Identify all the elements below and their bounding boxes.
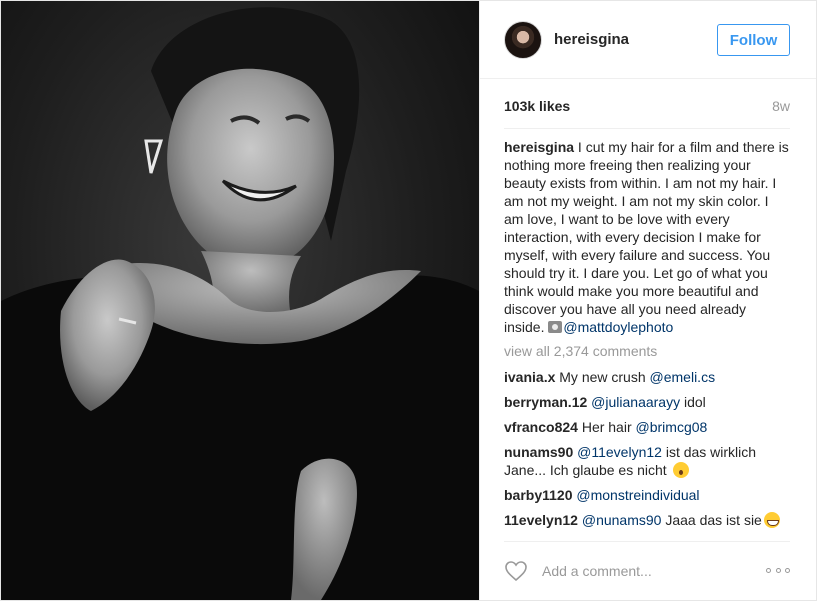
comment-mention[interactable]: @emeli.cs	[650, 369, 716, 385]
camera-emoji-icon	[548, 321, 563, 333]
portrait-illustration	[1, 7, 479, 600]
instagram-post: hereisgina Follow 103k likes 8w hereisgi…	[0, 0, 817, 601]
comment-text: Her hair	[577, 419, 636, 435]
caption-text: I cut my hair for a film and there is no…	[504, 139, 789, 335]
comment-username[interactable]: ivania.x	[504, 369, 555, 385]
author-username[interactable]: hereisgina	[554, 31, 629, 48]
comment-item: 11evelyn12 @nunams90 Jaaa das ist sie	[504, 511, 790, 529]
comment-mention[interactable]: @brimcg08	[636, 419, 708, 435]
dot	[785, 568, 790, 573]
post-photo[interactable]	[1, 1, 479, 600]
comment-item: barby1120 @monstreindividual	[504, 486, 790, 504]
grin-emoji-icon	[763, 512, 780, 528]
comment-username[interactable]: vfranco824	[504, 419, 578, 435]
dot	[766, 568, 771, 573]
comment-mention[interactable]: @11evelyn12	[577, 444, 662, 460]
heart-icon[interactable]	[504, 559, 528, 583]
more-options-icon[interactable]	[766, 566, 790, 576]
comment-username[interactable]: berryman.12	[504, 394, 587, 410]
comment-username[interactable]: nunams90	[504, 444, 573, 460]
post-meta: 103k likes 8w	[504, 98, 790, 114]
comment-item: nunams90 @11evelyn12 ist das wirklich Ja…	[504, 443, 790, 479]
comments-section: hereisgina I cut my hair for a film and …	[504, 138, 790, 536]
likes-count[interactable]: 103k likes	[504, 98, 570, 114]
comment-text-after: Jaaa das ist sie	[661, 512, 762, 528]
comment-item: ivania.x My new crush @emeli.cs	[504, 368, 790, 386]
comment-item: berryman.12 @julianaarayy idol	[504, 393, 790, 411]
comment-username[interactable]: 11evelyn12	[504, 512, 578, 528]
caption-username[interactable]: hereisgina	[504, 139, 574, 155]
post-header: hereisgina Follow	[480, 1, 816, 79]
avatar[interactable]	[504, 20, 542, 59]
caption-mention[interactable]: @mattdoylephoto	[563, 319, 673, 335]
comment-mention[interactable]: @julianaarayy	[591, 394, 680, 410]
post-age[interactable]: 8w	[772, 98, 790, 114]
view-all-comments-link[interactable]: view all 2,374 comments	[504, 342, 790, 360]
comment-text-after: idol	[680, 394, 706, 410]
dot	[775, 568, 781, 573]
comment-username[interactable]: barby1120	[504, 487, 573, 503]
post-details-panel: hereisgina Follow 103k likes 8w hereisgi…	[479, 1, 816, 600]
comment-item: vfranco824 Her hair @brimcg08	[504, 418, 790, 436]
follow-button[interactable]: Follow	[717, 24, 790, 56]
comment-text: My new crush	[555, 369, 650, 385]
shocked-emoji-icon	[672, 462, 689, 478]
caption: hereisgina I cut my hair for a film and …	[504, 138, 790, 336]
add-comment-input[interactable]	[542, 562, 766, 579]
divider	[504, 128, 790, 129]
post-footer	[504, 541, 790, 599]
comment-mention[interactable]: @nunams90	[582, 512, 662, 528]
comment-mention[interactable]: @monstreindividual	[576, 487, 699, 503]
